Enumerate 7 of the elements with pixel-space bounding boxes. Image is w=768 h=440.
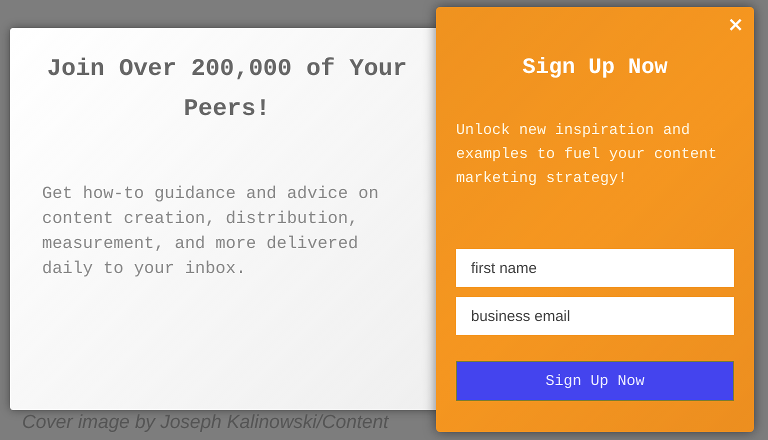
promo-heading: Join Over 200,000 of Your Peers! xyxy=(46,55,408,125)
signup-title: Sign Up Now xyxy=(521,54,669,82)
sign-up-button[interactable]: Sign Up Now xyxy=(456,361,734,401)
promo-text: Get how-to guidance and advice on content creation, distribution, measurement, and more delivered daily to your inbox. xyxy=(42,184,380,281)
input-field[interactable]: first name xyxy=(456,249,734,287)
signup-text: Unlock new inspiration and examples to fuel your content marketing strategy! xyxy=(456,121,718,189)
input-field[interactable]: business email xyxy=(456,297,734,335)
